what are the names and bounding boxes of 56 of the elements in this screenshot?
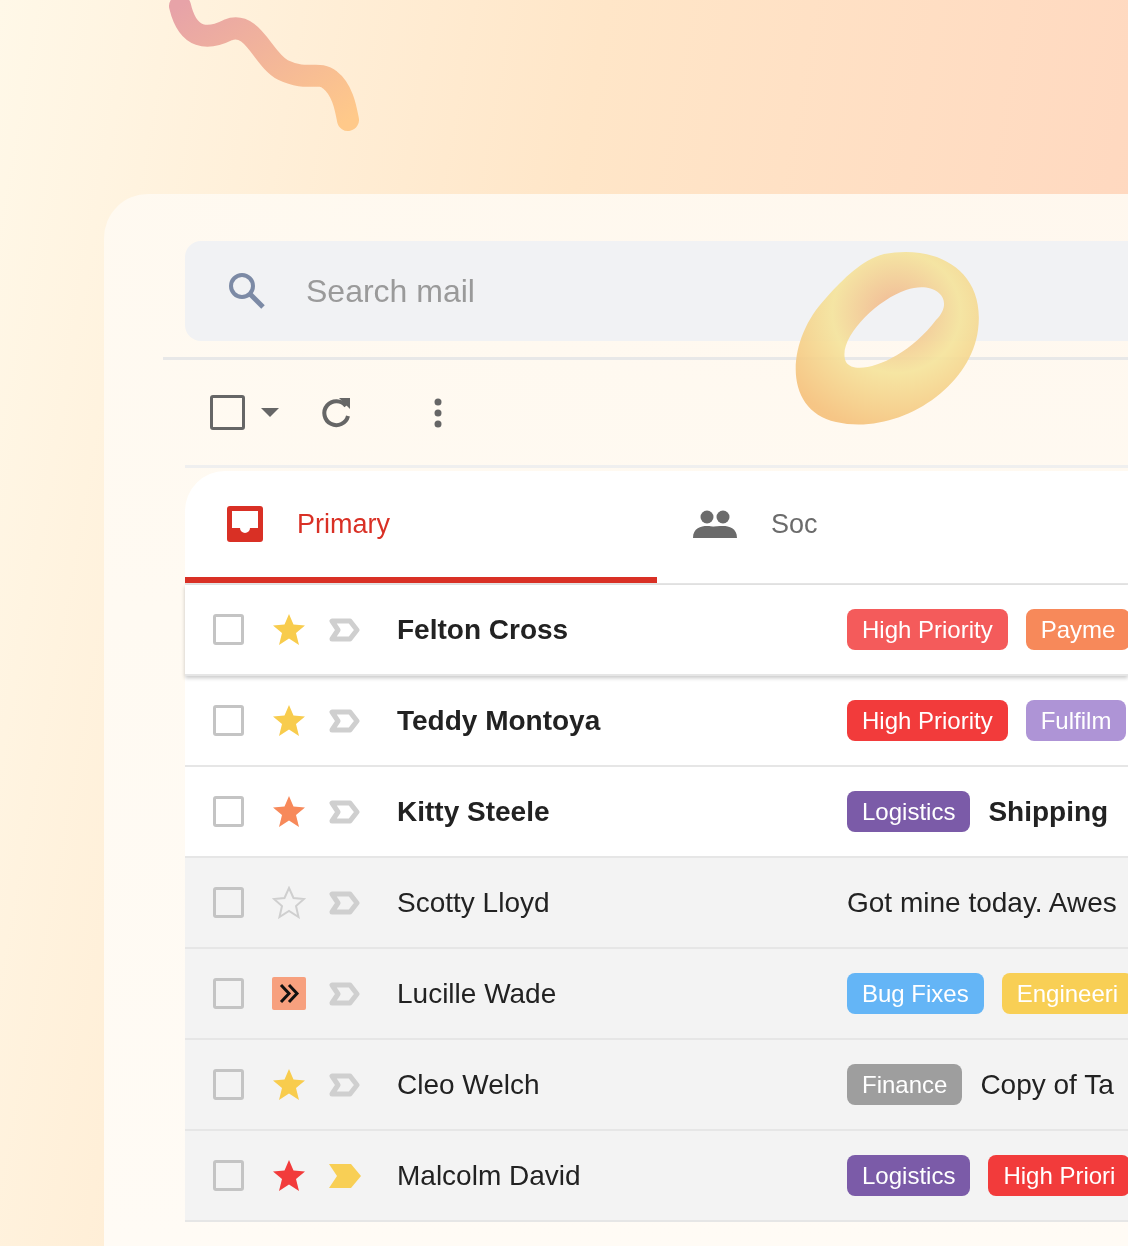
label-tag: Fulfilm: [1025, 700, 1127, 741]
email-snippet: Got mine today. Awes: [847, 885, 1117, 920]
checkbox[interactable]: [213, 705, 244, 736]
email-snippet: Copy of Ta: [980, 1067, 1114, 1102]
sender-name: Kitty Steele: [397, 794, 551, 829]
important-marker-icon[interactable]: [329, 799, 361, 824]
checkbox[interactable]: [213, 1069, 244, 1100]
important-marker-icon[interactable]: [329, 1072, 361, 1097]
sender-name: Lucille Wade: [397, 976, 558, 1011]
star-icon[interactable]: [272, 1159, 306, 1192]
label-tag: High Priority: [847, 609, 1008, 650]
star-outline-icon[interactable]: [272, 886, 306, 919]
sender-name: Cleo Welch: [397, 1067, 541, 1102]
label-tag: High Priori: [988, 1155, 1128, 1196]
inbox-icon: [227, 506, 263, 542]
people-icon: [692, 510, 737, 538]
email-row[interactable]: Malcolm David Logistics High Priori: [185, 1131, 1128, 1222]
email-row[interactable]: Teddy Montoya High Priority Fulfilm: [185, 676, 1128, 767]
checkbox[interactable]: [213, 887, 244, 918]
more-icon[interactable]: [433, 397, 443, 428]
checkbox[interactable]: [213, 796, 244, 827]
email-row[interactable]: Felton Cross High Priority Payme: [185, 585, 1128, 676]
important-marker-icon[interactable]: [329, 890, 361, 915]
important-marker-icon[interactable]: [329, 981, 361, 1006]
checkbox[interactable]: [213, 1160, 244, 1191]
email-row[interactable]: Kitty Steele Logistics Shipping: [185, 767, 1128, 858]
email-row[interactable]: Lucille Wade Bug Fixes Engineeri: [185, 949, 1128, 1040]
checkbox[interactable]: [213, 978, 244, 1009]
email-snippet: Shipping: [988, 794, 1109, 829]
star-icon[interactable]: [272, 613, 306, 646]
sender-name: Scotty Lloyd: [397, 885, 551, 920]
important-marker-icon[interactable]: [329, 1163, 361, 1188]
email-row[interactable]: Cleo Welch Finance Copy of Ta: [185, 1040, 1128, 1131]
refresh-icon[interactable]: [319, 395, 353, 430]
star-icon[interactable]: [272, 704, 306, 737]
label-tag: High Priority: [847, 700, 1008, 741]
label-tag: Bug Fixes: [847, 973, 984, 1014]
double-chevron-icon[interactable]: [272, 977, 306, 1010]
caret-icon[interactable]: [261, 407, 279, 418]
star-icon[interactable]: [272, 795, 306, 828]
label-tag: Logistics: [847, 1155, 971, 1196]
sender-name: Teddy Montoya: [397, 703, 602, 738]
important-marker-icon[interactable]: [329, 617, 361, 642]
sender-name: Malcolm David: [397, 1158, 582, 1193]
email-row[interactable]: Scotty Lloyd Got mine today. Awes: [185, 858, 1128, 949]
label-tag: Finance: [847, 1064, 963, 1105]
label-tag: Payme: [1025, 609, 1128, 650]
label-tag: Engineeri: [1001, 973, 1128, 1014]
tab[interactable]: Soc: [656, 471, 1128, 583]
label-tag: Logistics: [847, 791, 971, 832]
sender-name: Felton Cross: [397, 612, 570, 647]
star-icon[interactable]: [272, 1068, 306, 1101]
checkbox[interactable]: [213, 614, 244, 645]
select-all-checkbox[interactable]: [210, 395, 245, 430]
important-marker-icon[interactable]: [329, 708, 361, 733]
search-field[interactable]: Search mail: [185, 241, 1128, 341]
